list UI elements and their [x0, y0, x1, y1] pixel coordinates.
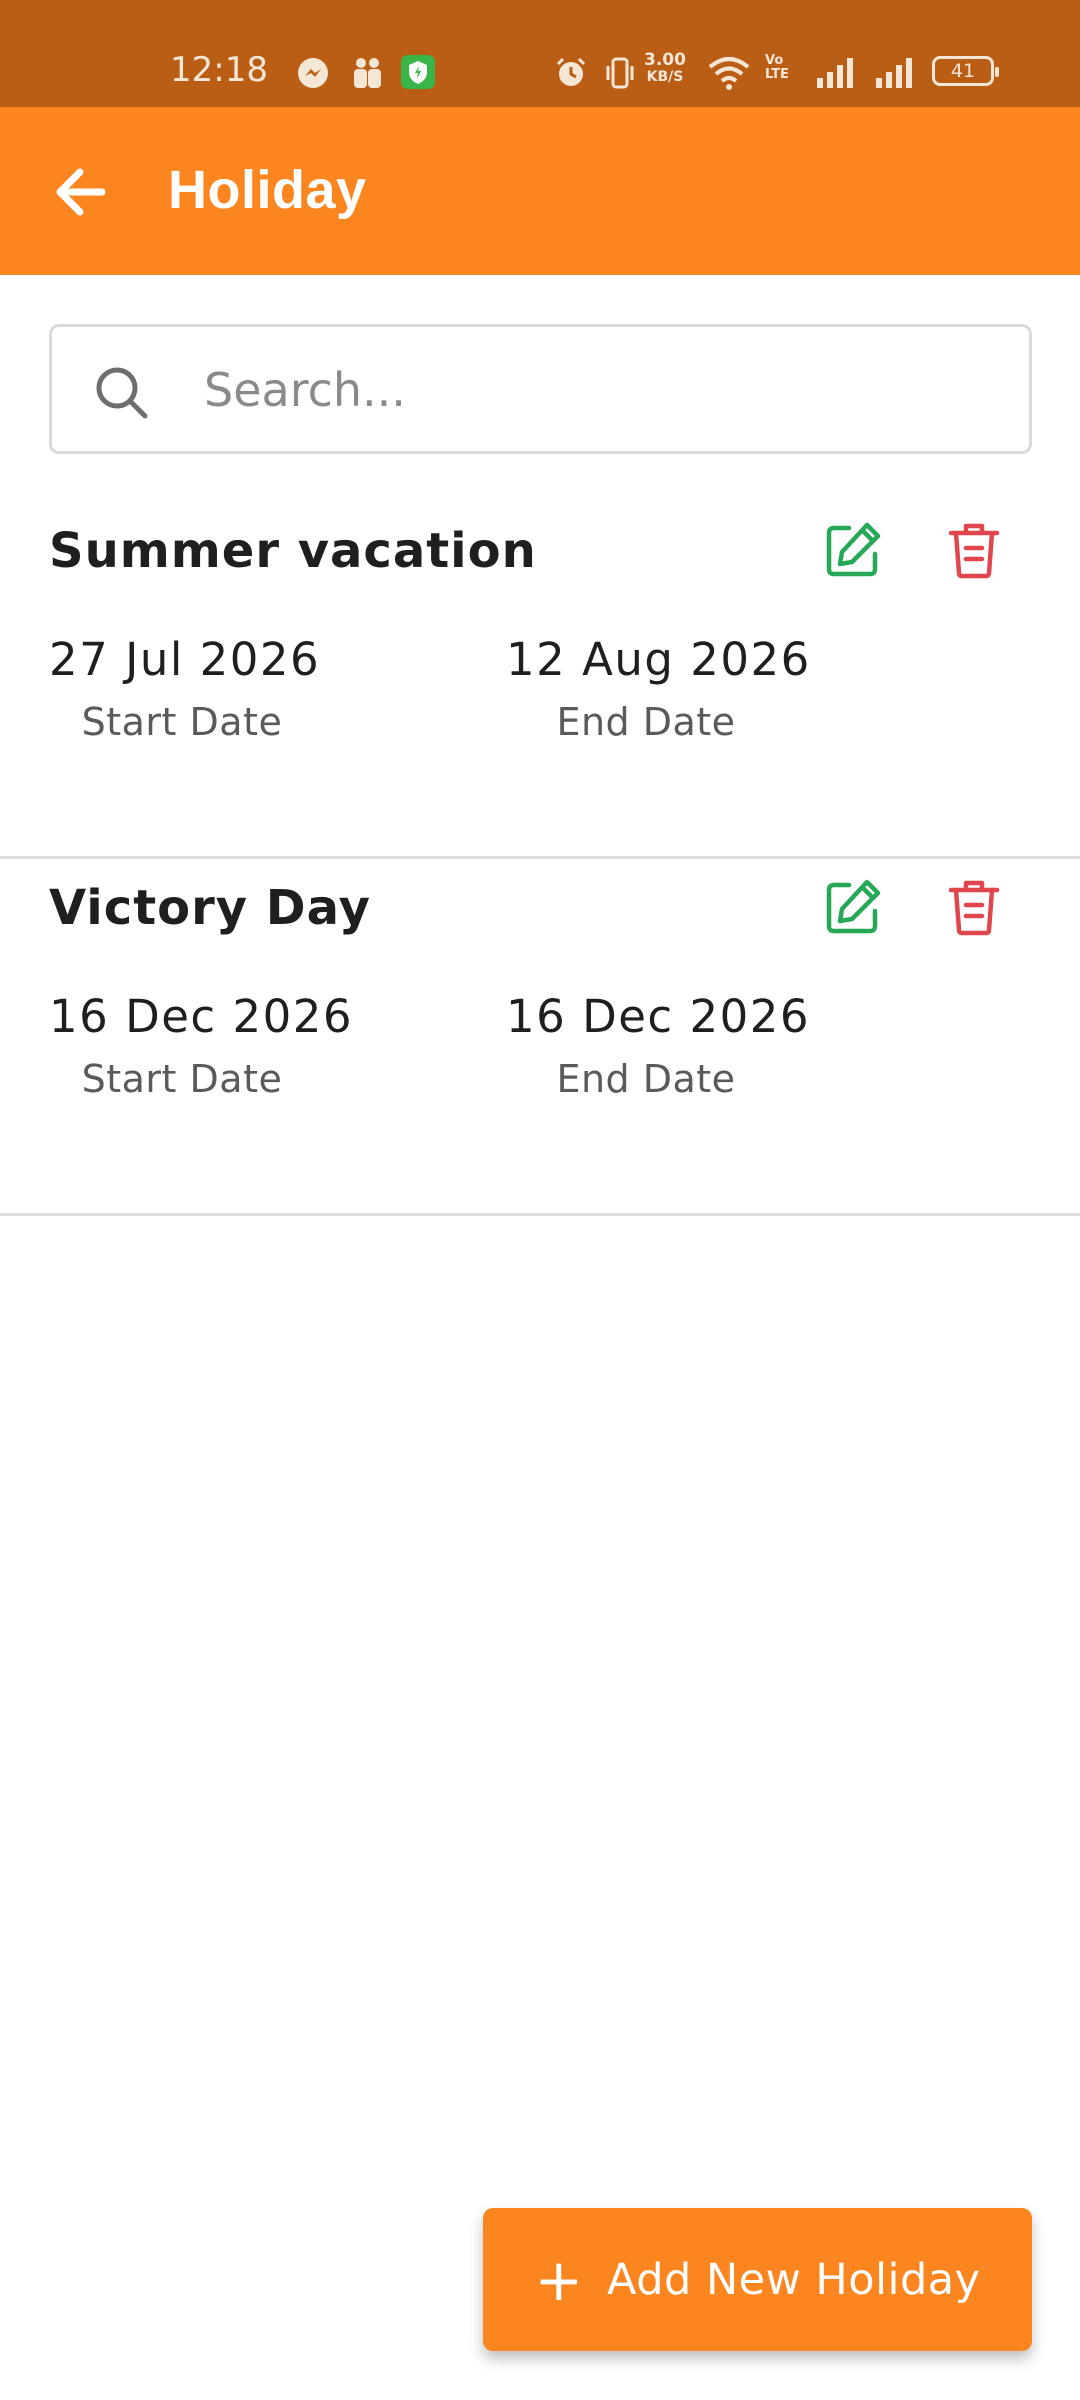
start-date-column: 27 Jul 2026 Start Date — [2, 633, 362, 744]
edit-button[interactable] — [822, 876, 884, 938]
edit-icon — [826, 522, 881, 577]
signal-icon-sim2 — [876, 58, 912, 88]
end-date-column: 16 Dec 2026 End Date — [466, 990, 826, 1101]
delete-button[interactable] — [944, 519, 1004, 581]
messenger-icon — [298, 58, 328, 88]
start-date-value: 27 Jul 2026 — [49, 633, 321, 686]
edit-button[interactable] — [822, 519, 884, 581]
start-date-label: Start Date — [81, 1057, 283, 1101]
wifi-icon — [708, 57, 750, 90]
start-date-label: Start Date — [81, 700, 283, 744]
end-date-label: End Date — [556, 1057, 736, 1101]
end-date-value: 12 Aug 2026 — [506, 633, 811, 686]
holiday-name: Victory Day — [49, 880, 371, 936]
arrow-left-icon — [56, 168, 106, 216]
volte-label: Vo LTE — [765, 53, 789, 82]
plus-icon: + — [534, 2245, 584, 2314]
holiday-name: Summer vacation — [49, 523, 537, 579]
delete-button[interactable] — [944, 876, 1004, 938]
holiday-list-item[interactable]: Victory Day 16 Dec 2026 Start Date 16 De… — [0, 860, 1080, 1216]
start-date-value: 16 Dec 2026 — [49, 990, 353, 1043]
search-icon — [96, 367, 148, 419]
search-input[interactable] — [204, 347, 984, 433]
end-date-column: 12 Aug 2026 End Date — [466, 633, 826, 744]
end-date-value: 16 Dec 2026 — [506, 990, 810, 1043]
trash-icon — [948, 880, 1000, 936]
status-time: 12:18 — [170, 50, 268, 90]
network-speed: 3.00 KB/S — [644, 50, 686, 86]
start-date-column: 16 Dec 2026 Start Date — [2, 990, 362, 1101]
teams-icon — [354, 58, 381, 88]
net-speed-value: 3.00 — [644, 50, 686, 70]
edit-icon — [826, 879, 881, 934]
holiday-list-item[interactable]: Summer vacation 27 Jul 2026 Start Date 1… — [0, 503, 1080, 859]
add-new-holiday-button[interactable]: + Add New Holiday — [483, 2208, 1032, 2351]
shield-app-icon — [401, 55, 435, 89]
app-bar: Holiday — [0, 107, 1080, 275]
trash-icon — [948, 523, 1000, 579]
add-new-holiday-label: Add New Holiday — [607, 2254, 981, 2305]
signal-icon-sim1 — [817, 58, 853, 88]
back-button[interactable] — [50, 162, 120, 222]
alarm-icon — [556, 57, 586, 86]
status-bar: 12:18 3.00 KB/S Vo LTE 41 — [0, 0, 1080, 107]
net-speed-unit: KB/S — [646, 69, 684, 85]
search-box[interactable] — [49, 324, 1032, 454]
battery-icon: 41 — [932, 56, 999, 86]
vibrate-icon — [606, 57, 634, 89]
end-date-label: End Date — [556, 700, 736, 744]
page-title: Holiday — [168, 160, 367, 220]
